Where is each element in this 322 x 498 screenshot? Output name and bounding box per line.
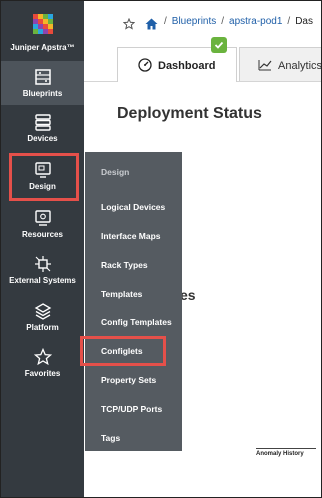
menu-item-logical-devices[interactable]: Logical Devices <box>101 202 165 212</box>
sidebar: Juniper Apstra™ Blueprints Devices Desig… <box>1 1 84 497</box>
breadcrumb-separator: / <box>287 16 291 27</box>
chart-axis <box>256 448 316 449</box>
sidebar-item-label: Favorites <box>24 369 61 378</box>
section-heading: es <box>180 287 196 303</box>
tab-label: Dashboard <box>158 60 216 72</box>
status-ok-badge <box>211 37 227 53</box>
platform-icon <box>34 303 51 320</box>
app-window: Juniper Apstra™ Blueprints Devices Desig… <box>0 0 322 498</box>
sidebar-item-devices[interactable]: Devices <box>1 113 84 149</box>
devices-icon <box>34 114 51 131</box>
home-icon[interactable] <box>145 18 158 30</box>
external-systems-icon <box>34 256 51 272</box>
dashboard-icon <box>138 58 152 72</box>
menu-item-rack-types[interactable]: Rack Types <box>101 260 148 270</box>
sidebar-item-label: Blueprints <box>22 89 63 98</box>
sidebar-item-resources[interactable]: Resources <box>1 209 84 241</box>
deployment-status-heading: Deployment Status <box>117 105 262 122</box>
flyout-title: Design <box>101 167 130 177</box>
breadcrumb-separator: / <box>221 16 225 27</box>
design-highlight-box <box>9 153 79 201</box>
breadcrumb-separator: / <box>164 16 167 27</box>
sidebar-item-label: Platform <box>26 323 59 332</box>
configlets-highlight-box <box>80 336 166 366</box>
menu-item-tags[interactable]: Tags <box>101 433 120 443</box>
star-outline-icon[interactable] <box>123 18 135 30</box>
sidebar-item-label: Resources <box>22 230 63 239</box>
menu-item-interface-maps[interactable]: Interface Maps <box>101 231 161 241</box>
apstra-logo[interactable] <box>33 14 53 34</box>
sidebar-item-favorites[interactable]: Favorites <box>1 348 84 380</box>
resources-icon <box>34 210 51 226</box>
menu-item-config-templates[interactable]: Config Templates <box>101 317 172 327</box>
tab-analytics[interactable]: Analytics <box>239 47 322 82</box>
sidebar-item-platform[interactable]: Platform <box>1 302 84 334</box>
logo-icon <box>33 14 53 34</box>
breadcrumb-blueprint-name[interactable]: apstra-pod1 <box>229 16 282 27</box>
breadcrumb-blueprints[interactable]: Blueprints <box>172 16 216 27</box>
check-icon <box>214 41 224 49</box>
sidebar-item-label: Devices <box>27 134 58 143</box>
sidebar-item-label: External Systems <box>9 276 76 285</box>
sidebar-item-blueprints[interactable]: Blueprints <box>1 61 84 105</box>
menu-item-templates[interactable]: Templates <box>101 289 142 299</box>
star-icon <box>33 348 52 366</box>
menu-item-property-sets[interactable]: Property Sets <box>101 375 156 385</box>
app-name: Juniper Apstra™ <box>10 43 75 52</box>
analytics-icon <box>258 60 272 71</box>
menu-item-tcp-udp-ports[interactable]: TCP/UDP Ports <box>101 404 162 414</box>
tab-label: Analytics <box>278 60 322 72</box>
sidebar-item-external-systems[interactable]: External Systems <box>1 255 84 287</box>
anomaly-history-caption: Anomaly History <box>256 451 304 457</box>
breadcrumb-current: Das <box>295 16 313 27</box>
design-flyout-menu: Design Logical Devices Interface Maps Ra… <box>85 152 182 451</box>
blueprints-icon <box>34 69 51 85</box>
